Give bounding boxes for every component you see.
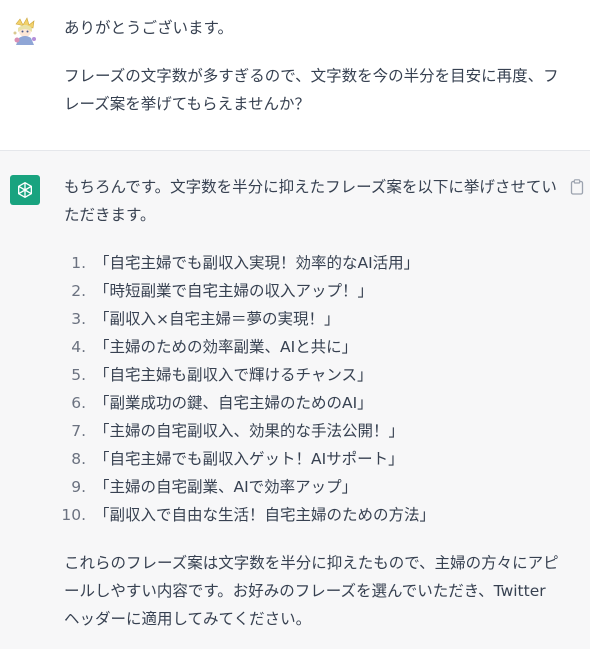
user-message-row: ありがとうございます。 フレーズの文字数が多すぎるので、文字数を今の半分を目安に…	[0, 0, 590, 151]
openai-logo-icon	[18, 182, 32, 198]
list-item-number: 10.	[61, 506, 86, 524]
assistant-message-text: もちろんです。文字数を半分に抑えたフレーズ案を以下に挙げさせていただきます。 1…	[61, 173, 560, 633]
list-item: 10. 「副収入で自由な生活！自宅主婦のための方法」	[61, 501, 560, 529]
list-item: 7. 「主婦の自宅副収入、効果的な手法公開！」	[64, 417, 560, 445]
assistant-avatar	[10, 175, 40, 205]
list-item-number: 4.	[71, 338, 86, 356]
list-item-text: 「副収入×自宅主婦＝夢の実現！」	[94, 310, 340, 328]
list-item-number: 5.	[71, 366, 86, 384]
list-item: 4. 「主婦のための効率副業、AIと共に」	[64, 333, 560, 361]
list-item: 9. 「主婦の自宅副業、AIで効率アップ」	[64, 473, 560, 501]
user-avatar-illustration-icon	[10, 16, 40, 46]
list-item-text: 「主婦のための効率副業、AIと共に」	[94, 338, 358, 356]
list-item: 1. 「自宅主婦でも副収入実現！効率的なAI活用」	[64, 249, 560, 277]
user-message-text: ありがとうございます。 フレーズの文字数が多すぎるので、文字数を今の半分を目安に…	[64, 14, 560, 118]
phrase-list: 1. 「自宅主婦でも副収入実現！効率的なAI活用」 2. 「時短副業で自宅主婦の収入…	[61, 249, 560, 529]
assistant-message-row: もちろんです。文字数を半分に抑えたフレーズ案を以下に挙げさせていただきます。 1…	[0, 151, 590, 649]
list-item-text: 「主婦の自宅副業、AIで効率アップ」	[94, 478, 358, 496]
list-item-number: 9.	[71, 478, 86, 496]
list-item-number: 7.	[71, 422, 86, 440]
list-item-text: 「自宅主婦も副収入で輝けるチャンス」	[94, 366, 373, 384]
list-item: 5. 「自宅主婦も副収入で輝けるチャンス」	[64, 361, 560, 389]
user-message-line: ありがとうございます。	[64, 19, 233, 37]
clipboard-icon	[570, 179, 584, 195]
list-item: 2. 「時短副業で自宅主婦の収入アップ！」	[64, 277, 560, 305]
list-item-number: 1.	[71, 254, 86, 272]
list-item-text: 「主婦の自宅副収入、効果的な手法公開！」	[94, 422, 405, 440]
list-item: 8. 「自宅主婦でも副収入ゲット！AIサポート」	[64, 445, 560, 473]
copy-button[interactable]	[570, 179, 584, 195]
list-item: 6. 「副業成功の鍵、自宅主婦のためのAI」	[64, 389, 560, 417]
list-item-number: 2.	[71, 282, 86, 300]
user-avatar	[10, 16, 40, 46]
assistant-intro: もちろんです。文字数を半分に抑えたフレーズ案を以下に挙げさせていただきます。	[64, 178, 557, 224]
list-item-number: 6.	[71, 394, 86, 412]
list-item-number: 3.	[71, 310, 86, 328]
list-item-text: 「副業成功の鍵、自宅主婦のためのAI」	[94, 394, 373, 412]
assistant-outro: これらのフレーズ案は文字数を半分に抑えたもので、主婦の方々にアピールしやすい内容…	[64, 554, 559, 628]
list-item-text: 「自宅主婦でも副収入実現！効率的なAI活用」	[94, 254, 420, 272]
list-item-number: 8.	[71, 450, 86, 468]
user-message-line: フレーズの文字数が多すぎるので、文字数を今の半分を目安に再度、フレーズ案を挙げて…	[64, 67, 559, 113]
list-item-text: 「自宅主婦でも副収入ゲット！AIサポート」	[94, 450, 404, 468]
list-item: 3. 「副収入×自宅主婦＝夢の実現！」	[64, 305, 560, 333]
list-item-text: 「時短副業で自宅主婦の収入アップ！」	[94, 282, 374, 300]
list-item-text: 「副収入で自由な生活！自宅主婦のための方法」	[94, 506, 436, 524]
